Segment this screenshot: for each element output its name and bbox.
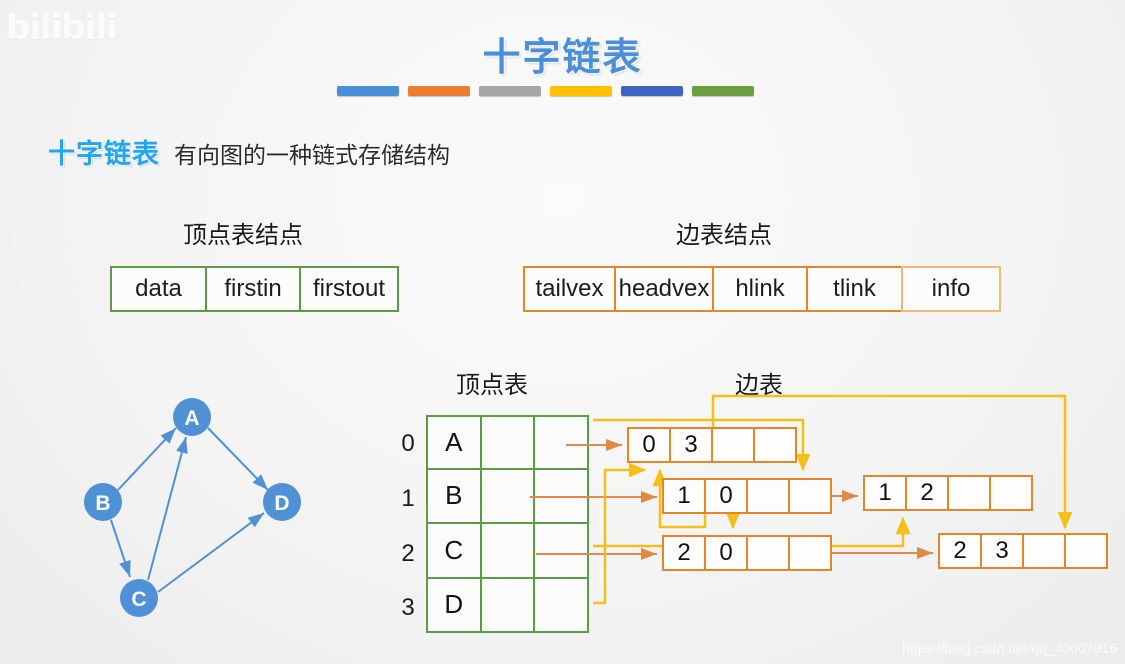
edge-node-2-0-hlink: [746, 535, 790, 571]
edge-node-2-0-tailvex: 2: [662, 535, 706, 571]
graph-node-a: [173, 398, 211, 436]
edge-node-1-2-headvex: 2: [905, 475, 949, 511]
edge-node-field-tailvex: tailvex: [523, 266, 616, 312]
edge-node-strip: tailvex headvex hlink tlink info: [523, 266, 1001, 312]
color-bar-2: [408, 86, 470, 96]
vertex-table-firstin-1: [479, 467, 536, 524]
edge-node-1-2: 1 2: [863, 475, 1033, 511]
vertex-node-field-firstin: firstin: [205, 266, 301, 312]
edge-node-2-3-tlink: [1064, 533, 1108, 569]
color-bar-3: [479, 86, 541, 96]
graph-node-a-label: A: [184, 407, 199, 430]
edge-node-1-2-tlink: [989, 475, 1033, 511]
graph-edge-b-a: [117, 427, 177, 491]
edge-node-2-3-hlink: [1022, 533, 1066, 569]
edge-node-field-headvex: headvex: [614, 266, 714, 312]
edge-node-2-3: 2 3: [938, 533, 1108, 569]
graph-node-c: [120, 579, 158, 617]
table-row: C: [426, 522, 593, 579]
edge-node-2-0-tlink: [788, 535, 832, 571]
edge-node-0-3-headvex: 3: [669, 427, 713, 463]
color-bar-6: [692, 86, 754, 96]
edge-node-1-2-hlink: [947, 475, 991, 511]
vertex-table-firstout-3: [533, 576, 589, 633]
subtitle-row: 十字链表 有向图的一种链式存储结构: [48, 132, 450, 171]
vertex-node-field-data: data: [110, 266, 207, 312]
edge-node-1-0: 1 0: [662, 478, 832, 514]
graph-edge-b-c: [110, 519, 131, 578]
edge-node-label: 边表结点: [676, 222, 772, 249]
graph-edge-c-a: [147, 436, 188, 581]
edge-node-field-hlink: hlink: [712, 266, 808, 312]
edge-node-1-0-headvex: 0: [704, 478, 748, 514]
vertex-table-firstin-3: [479, 576, 536, 633]
graph-node-d: [263, 483, 301, 521]
subtitle-keyword: 十字链表: [48, 139, 160, 169]
slide-canvas: bilibili 十字链表 十字链表 有向图的一种链式存储结构 顶点表结点 da…: [0, 0, 1125, 664]
vertex-table-firstin-2: [479, 522, 536, 579]
subtitle-description: 有向图的一种链式存储结构: [174, 142, 450, 168]
vertex-table-index-3: 3: [401, 594, 415, 621]
in-link-d-head: [593, 462, 647, 605]
vertex-table-data-0: A: [426, 415, 482, 470]
graph-node-b: [84, 483, 122, 521]
edge-node-2-0-headvex: 0: [704, 535, 748, 571]
graph-node-b-label: B: [95, 492, 110, 515]
edge-node-field-info: info: [901, 266, 1001, 312]
table-row: B: [426, 467, 593, 524]
edge-node-2-0: 2 0: [662, 535, 832, 571]
edge-node-1-0-hlink: [746, 478, 790, 514]
edge-node-field-tlink: tlink: [806, 266, 903, 312]
edge-table-label: 边表: [735, 372, 783, 399]
vertex-table-index-2: 2: [401, 540, 415, 567]
table-row: D: [426, 576, 593, 633]
vertex-table-firstout-0: [533, 415, 589, 470]
graph-edges: [110, 427, 269, 593]
vertex-table-firstout-1: [533, 467, 589, 524]
edge-node-1-0-tlink: [788, 478, 832, 514]
title-color-bars: [337, 86, 754, 96]
vertex-table-firstout-2: [533, 522, 589, 579]
edge-node-0-3: 0 3: [627, 427, 797, 463]
page-title: 十字链表: [482, 37, 643, 79]
edge-node-2-3-tailvex: 2: [938, 533, 982, 569]
edge-node-2-3-headvex: 3: [980, 533, 1024, 569]
vertex-node-label: 顶点表结点: [183, 222, 303, 249]
vertex-table-index-1: 1: [401, 485, 415, 512]
edge-node-0-3-hlink: [711, 427, 755, 463]
vertex-node-field-firstout: firstout: [299, 266, 399, 312]
vertex-table-data-3: D: [426, 576, 482, 633]
graph-edge-c-d: [157, 512, 265, 593]
color-bar-5: [621, 86, 683, 96]
graph-node-d-label: D: [274, 492, 289, 515]
color-bar-1: [337, 86, 399, 96]
vertex-node-strip: data firstin firstout: [110, 266, 399, 312]
vertex-table-data-1: B: [426, 467, 482, 524]
vertex-table-firstin-0: [479, 415, 536, 470]
table-row: A: [426, 415, 593, 470]
graph-node-c-label: C: [131, 588, 146, 611]
csdn-watermark: https://blog.csdn.net/qq_43607916: [902, 640, 1117, 656]
vertex-table: A B C D: [426, 415, 593, 633]
vertex-table-index-0: 0: [401, 430, 415, 457]
graph-edge-a-d: [207, 427, 269, 491]
vertex-table-data-2: C: [426, 522, 482, 579]
edge-node-1-2-tailvex: 1: [863, 475, 907, 511]
edge-node-0-3-tlink: [753, 427, 797, 463]
edge-node-0-3-tailvex: 0: [627, 427, 671, 463]
edge-node-1-0-tailvex: 1: [662, 478, 706, 514]
graph-nodes: A B C D: [84, 398, 301, 617]
color-bar-4: [550, 86, 612, 96]
vertex-table-label: 顶点表: [456, 372, 528, 399]
